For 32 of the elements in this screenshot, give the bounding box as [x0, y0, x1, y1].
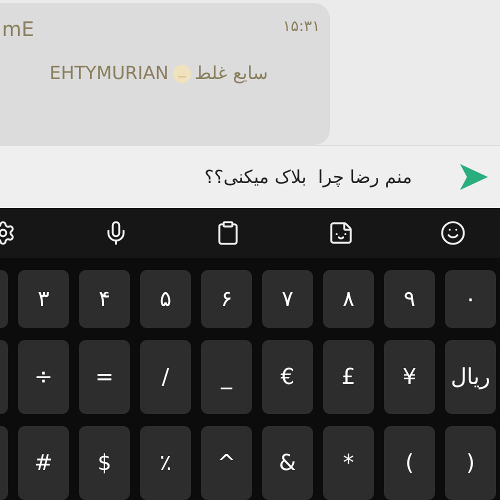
keyboard-key[interactable]: ٪ — [140, 426, 191, 500]
sticker-icon[interactable] — [328, 220, 354, 246]
keyboard-key[interactable]: ۷ — [262, 270, 313, 328]
keyboard-key[interactable]: ریال — [445, 340, 496, 414]
message-text: سایع غلط — [194, 63, 268, 84]
keyboard-key[interactable]: _ — [201, 340, 252, 414]
keyboard-key[interactable]: £ — [323, 340, 374, 414]
smiley-icon[interactable] — [440, 220, 466, 246]
keyboard-key[interactable]: ) — [445, 426, 496, 500]
message-time: ۱۵:۳۱ — [282, 17, 320, 37]
keyboard-key[interactable]: ¥ — [384, 340, 435, 414]
keyboard-key[interactable]: ۵ — [140, 270, 191, 328]
keyboard-key[interactable]: / — [140, 340, 191, 414]
keyboard-key[interactable]: ۳ — [18, 270, 69, 328]
sender-name: mE — [2, 17, 34, 41]
keyboard-key[interactable]: # — [18, 426, 69, 500]
keyboard-key[interactable]: = — [79, 340, 130, 414]
keyboard-key[interactable]: ^ — [201, 426, 252, 500]
keyboard-key[interactable]: & — [262, 426, 313, 500]
keyboard-key[interactable]: ( — [384, 426, 435, 500]
keyboard-key[interactable]: € — [262, 340, 313, 414]
keyboard-key[interactable]: ۰ — [445, 270, 496, 328]
message-text: EHTYMURIAN — [49, 63, 169, 84]
keyboard-key[interactable]: ۹ — [384, 270, 435, 328]
smiley-icon — [172, 64, 191, 82]
keyboard-key[interactable]: ۴ — [79, 270, 130, 328]
keyboard-key[interactable]: ۶ — [201, 270, 252, 328]
keyboard-key[interactable]: ۸ — [323, 270, 374, 328]
keyboard-key[interactable]: ÷ — [18, 340, 69, 414]
message-input[interactable]: منم رضا چرا بلاک میکنی؟؟ — [204, 166, 412, 188]
keyboard-key[interactable]: $ — [79, 426, 130, 500]
keyboard-key[interactable]: * — [323, 426, 374, 500]
